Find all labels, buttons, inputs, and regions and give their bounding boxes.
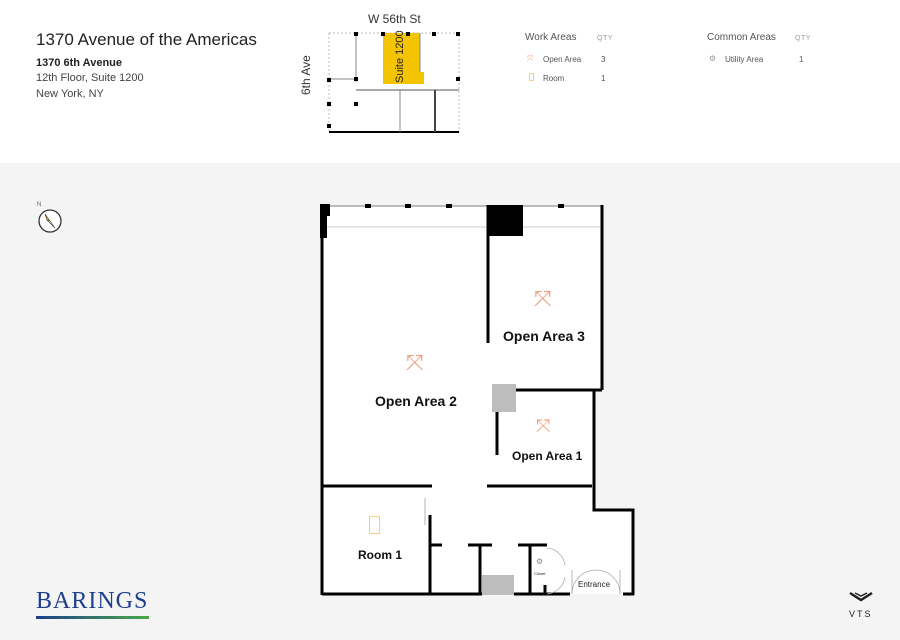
barings-logo: BARINGS [36,588,149,614]
expand-arrows-icon: ⤧ [536,416,551,436]
room-label-open-area-3: Open Area 3 [503,328,585,344]
room-label-entrance: Entrance [578,580,611,589]
expand-arrows-icon: ⤧ [406,350,424,375]
vts-logo-icon [849,591,873,602]
room-label-closet: Closet [534,571,546,576]
column-block [492,384,516,412]
door-icon [369,516,380,534]
vts-logo: VTS [849,609,873,619]
barings-logo-swoosh [36,616,149,619]
gear-icon: ⚙ [536,557,544,566]
room-label-room-1: Room 1 [358,548,403,562]
room-label-open-area-2: Open Area 2 [375,393,457,409]
expand-arrows-icon: ⤧ [534,286,552,311]
room-label-open-area-1: Open Area 1 [512,449,583,463]
column-block [482,575,514,595]
floor-plan [320,204,635,596]
